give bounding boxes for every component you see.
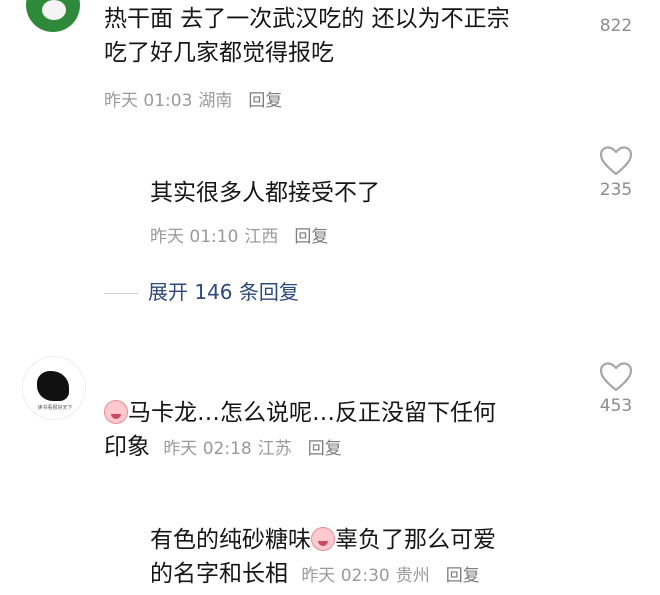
reply-text-segment: 有色的纯砂糖味: [150, 527, 311, 553]
comment-location: 江苏: [257, 439, 292, 459]
comment-text-segment: 马卡龙…怎么说呢…反正没留下任何: [128, 400, 496, 426]
like-button[interactable]: 235: [596, 146, 636, 200]
reply-text: 有色的纯砂糖味 辜负了那么可爱 的名字和长相 昨天 02:30 贵州 回复: [150, 523, 590, 593]
like-count: 453: [599, 396, 633, 416]
reply-meta: 昨天 02:30 贵州 回复: [301, 566, 485, 586]
comment-time: 昨天 02:18: [163, 439, 252, 459]
avatar-figure: [37, 371, 69, 401]
reply-button[interactable]: 回复: [294, 227, 328, 247]
comment-text: 热干面 去了一次武汉吃的 还以为不正宗 吃了好几家都觉得报吃: [104, 2, 564, 70]
comment-time: 昨天 01:03: [104, 91, 193, 111]
reply-button[interactable]: 回复: [248, 91, 282, 111]
avatar-caption: 读书看报好天下: [37, 405, 73, 411]
reply-text-segment: 的名字和长相: [150, 561, 288, 587]
reply-time: 昨天 01:10: [150, 227, 239, 247]
commenter-avatar[interactable]: [26, 0, 80, 32]
comment-text: 马卡龙…怎么说呢…反正没留下任何 印象 昨天 02:18 江苏 回复: [104, 396, 574, 466]
reply-text-line: 有色的纯砂糖味 辜负了那么可爱: [150, 523, 590, 557]
reply-location: 贵州: [395, 566, 430, 586]
crying-face-emoji-icon: [104, 400, 128, 424]
reply-text-line: 的名字和长相 昨天 02:30 贵州 回复: [150, 557, 590, 593]
reply-button[interactable]: 回复: [308, 439, 342, 459]
reply-text: 其实很多人都接受不了: [150, 180, 380, 206]
comment-text-line: 吃了好几家都觉得报吃: [104, 40, 334, 66]
expand-replies-button[interactable]: 展开 146 条回复: [104, 276, 299, 305]
reply-location: 江西: [244, 227, 279, 247]
comment-text-line: 印象 昨天 02:18 江苏 回复: [104, 430, 574, 466]
comment-text-line: 马卡龙…怎么说呢…反正没留下任何: [104, 396, 574, 430]
reply-time: 昨天 02:30: [301, 566, 390, 586]
comment-meta: 昨天 02:18 江苏 回复: [163, 439, 347, 459]
reply-button[interactable]: 回复: [446, 566, 480, 586]
like-button[interactable]: 453: [596, 362, 636, 416]
like-count: 235: [599, 180, 633, 200]
comment-meta: 昨天 01:03 湖南 回复: [104, 86, 288, 111]
like-count: 822: [599, 16, 633, 36]
heart-outline-icon: [599, 146, 633, 176]
reply-text-segment: 辜负了那么可爱: [335, 527, 496, 553]
expand-replies-label: 展开 146 条回复: [148, 280, 299, 304]
like-button[interactable]: 822: [596, 12, 636, 36]
divider-line: [104, 293, 138, 294]
comment-text-segment: 印象: [104, 434, 150, 460]
comment-text-line: 热干面 去了一次武汉吃的 还以为不正宗: [104, 6, 510, 32]
crying-face-emoji-icon: [311, 527, 335, 551]
commenter-avatar[interactable]: 读书看报好天下: [22, 356, 86, 420]
comment-location: 湖南: [198, 91, 233, 111]
reply-meta: 昨天 01:10 江西 回复: [150, 222, 334, 247]
avatar-face: [42, 0, 66, 20]
heart-outline-icon: [599, 362, 633, 392]
